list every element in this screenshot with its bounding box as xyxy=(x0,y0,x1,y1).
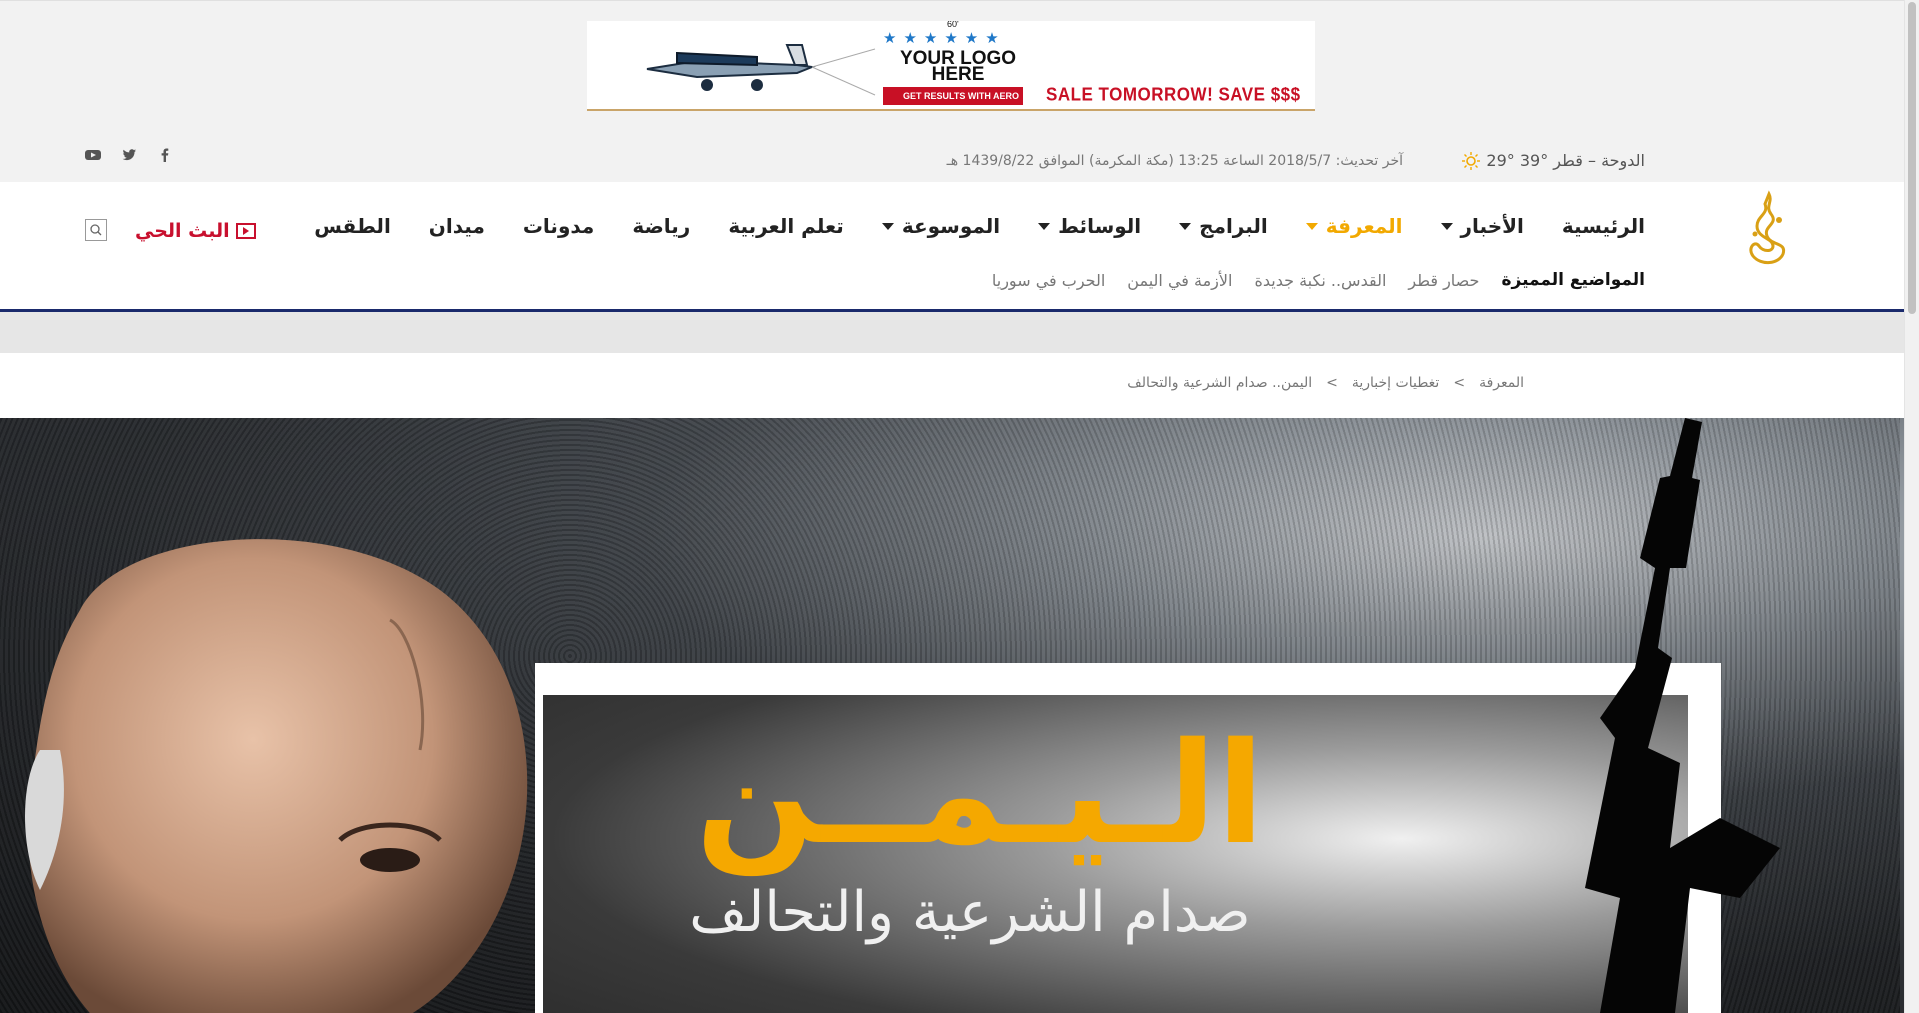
nav-label: الطقس xyxy=(314,214,391,238)
nav-item-midan[interactable]: ميدان xyxy=(429,214,485,238)
nav-item-blogs[interactable]: مدونات xyxy=(523,214,594,238)
weather-widget[interactable]: الدوحة – قطر °39 °29 xyxy=(1462,151,1645,170)
chevron-down-icon xyxy=(881,222,894,230)
nav-label: الموسوعة xyxy=(901,214,1001,238)
topic-link[interactable]: حصار قطر xyxy=(1408,271,1479,290)
ad-logo-text: YOUR LOGO HERE xyxy=(899,48,1017,85)
nav-item-knowledge[interactable]: المعرفة xyxy=(1305,214,1403,238)
nav-item-encyclopedia[interactable]: الموسوعة xyxy=(881,214,1001,238)
featured-topics: المواضيع المميزة حصار قطر القدس.. نكبة ج… xyxy=(992,270,1645,290)
site-header xyxy=(0,182,1904,312)
nav-item-learn-arabic[interactable]: تعلم العربية xyxy=(728,214,844,238)
breadcrumb-separator: > xyxy=(1453,375,1466,391)
main-nav: الرئيسية الأخبار المعرفة البرامج الوسائط… xyxy=(276,214,1645,238)
scrollbar[interactable] xyxy=(1904,0,1919,1013)
topic-link[interactable]: القدس.. نكبة جديدة xyxy=(1254,271,1386,290)
ad-dimension: 60' xyxy=(947,21,959,29)
breadcrumb-item[interactable]: تغطيات إخبارية xyxy=(1352,375,1439,391)
nav-item-sports[interactable]: رياضة xyxy=(632,214,690,238)
play-icon xyxy=(235,223,256,239)
nav-item-programs[interactable]: البرامج xyxy=(1179,214,1268,238)
chevron-down-icon xyxy=(1179,222,1192,230)
airplane-icon xyxy=(646,44,876,96)
nav-label: المعرفة xyxy=(1325,214,1403,238)
nav-label: ميدان xyxy=(428,214,485,238)
breadcrumb-separator: > xyxy=(1326,375,1338,391)
facebook-icon[interactable] xyxy=(156,146,174,164)
nav-item-media[interactable]: الوسائط xyxy=(1038,214,1141,238)
search-button[interactable] xyxy=(85,219,107,241)
stars-icon: ★★★★★★ xyxy=(883,29,1006,47)
ad-sale-text: SALE TOMORROW! SAVE $$$ xyxy=(1046,84,1301,105)
featured-topics-label: المواضيع المميزة xyxy=(1501,270,1645,290)
ad-banner[interactable]: 60' ★★★★★★ YOUR LOGO HERE GET RESULTS WI… xyxy=(587,21,1315,111)
topic-link[interactable]: الحرب في سوريا xyxy=(992,271,1105,290)
aljazeera-logo[interactable] xyxy=(1743,190,1795,272)
nav-item-home[interactable]: الرئيسية xyxy=(1562,214,1645,238)
twitter-icon[interactable] xyxy=(120,146,138,164)
last-update: آخر تحديث: 2018/5/7 الساعة 13:25 (مكة ال… xyxy=(946,153,1403,169)
sun-icon xyxy=(1462,151,1481,170)
divider-band xyxy=(0,312,1904,353)
nav-item-news[interactable]: الأخبار xyxy=(1440,214,1524,238)
ad-tagline: GET RESULTS WITH AERO ADS! xyxy=(883,87,1023,105)
portrait-figure xyxy=(25,539,528,1013)
chevron-down-icon xyxy=(1440,222,1453,230)
nav-label: رياضة xyxy=(632,214,691,238)
nav-label: الوسائط xyxy=(1058,214,1142,238)
nav-label: الأخبار xyxy=(1460,214,1524,238)
nav-label: تعلم العربية xyxy=(728,214,844,238)
scrollbar-thumb[interactable] xyxy=(1908,2,1916,314)
search-icon xyxy=(90,224,102,236)
nav-label: البرامج xyxy=(1199,214,1268,238)
breadcrumb-item[interactable]: المعرفة xyxy=(1479,375,1524,391)
nav-label: مدونات xyxy=(522,214,595,238)
hero-subtitle: صدام الشرعية والتحالف xyxy=(689,880,1251,945)
page: 60' ★★★★★★ YOUR LOGO HERE GET RESULTS WI… xyxy=(0,0,1904,1013)
hero-title: الـيـمــن xyxy=(695,713,1265,876)
nav-label: الرئيسية xyxy=(1561,214,1645,238)
nav-item-weather[interactable]: الطقس xyxy=(314,214,391,238)
chevron-down-icon xyxy=(1305,222,1318,230)
youtube-icon[interactable] xyxy=(84,146,102,164)
topic-link[interactable]: الأزمة في اليمن xyxy=(1127,271,1232,290)
live-stream-link[interactable]: البث الحي xyxy=(135,220,256,242)
breadcrumb: المعرفة > تغطيات إخبارية > اليمن.. صدام … xyxy=(1127,375,1524,391)
social-links xyxy=(84,146,174,164)
breadcrumb-current: اليمن.. صدام الشرعية والتحالف xyxy=(1127,375,1313,391)
live-label: البث الحي xyxy=(135,220,230,242)
weather-text: الدوحة – قطر °39 °29 xyxy=(1486,151,1645,170)
rifle-silhouette xyxy=(1585,418,1780,1013)
chevron-down-icon xyxy=(1038,222,1051,230)
